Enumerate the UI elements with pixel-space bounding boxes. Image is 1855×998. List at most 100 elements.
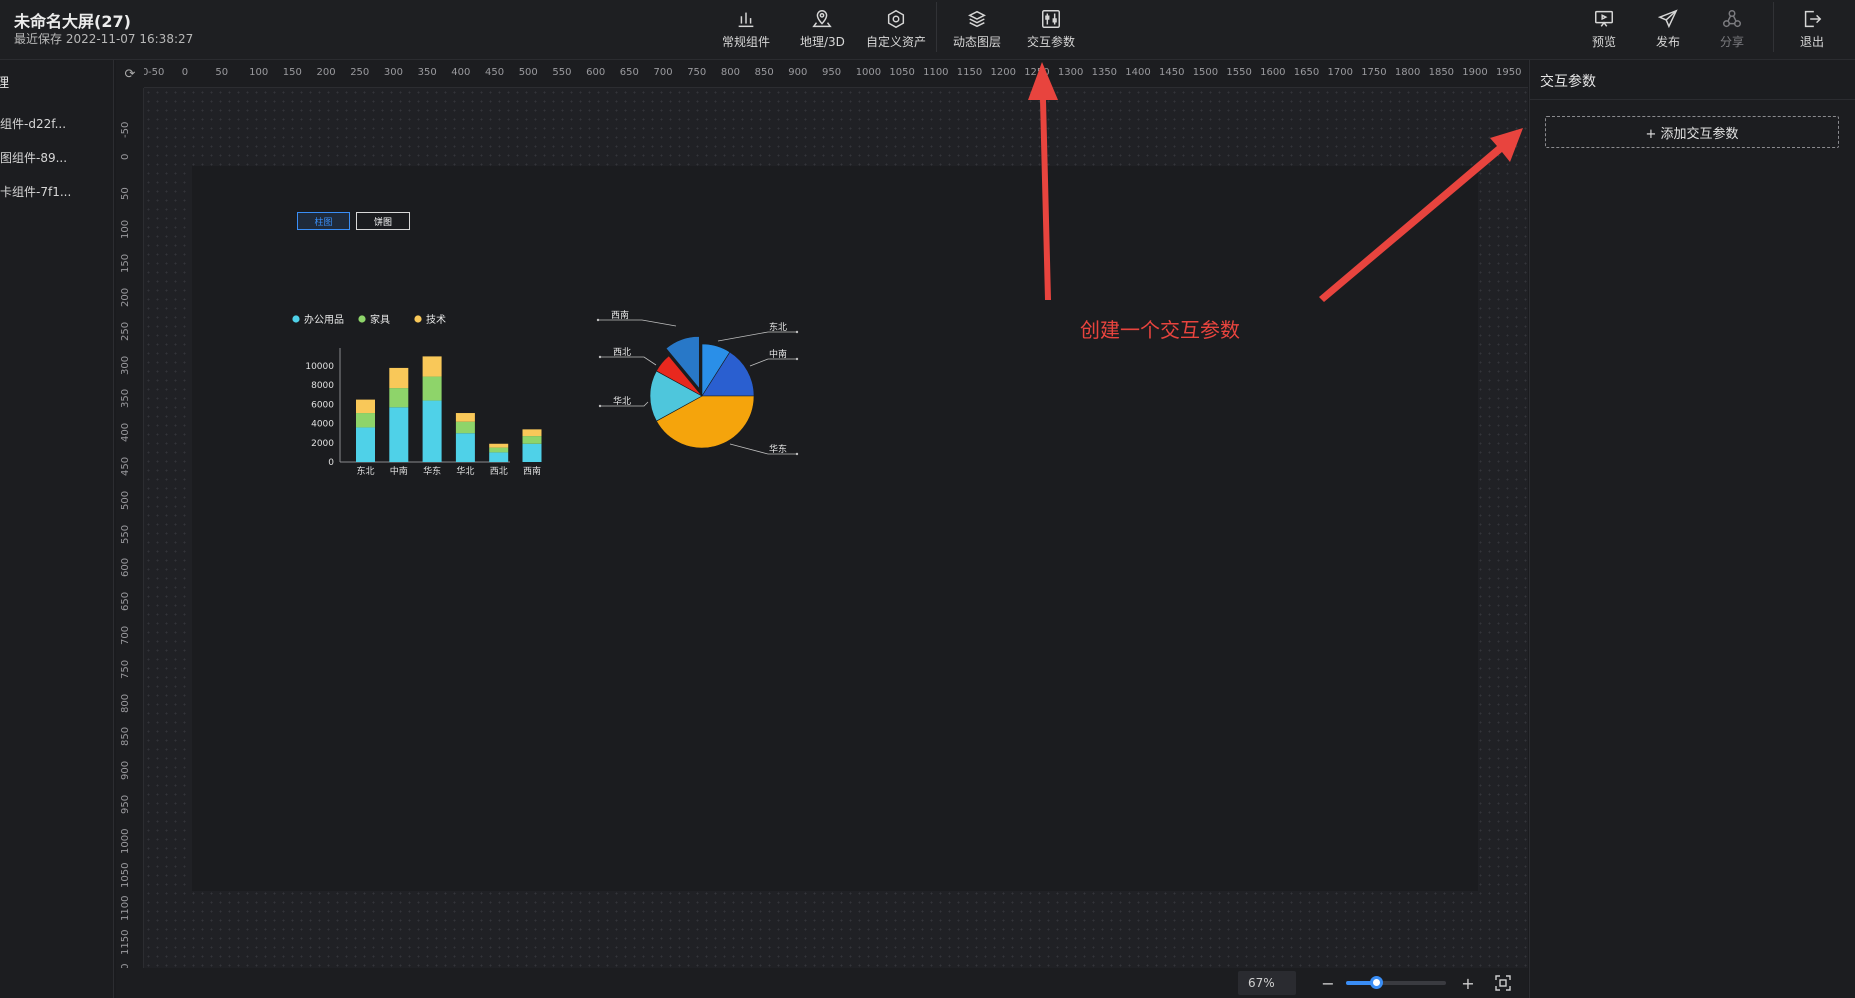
ruler-tick: 1750: [1361, 67, 1387, 78]
tool-general-components[interactable]: 常规组件: [722, 8, 770, 52]
ruler-tick: 900: [120, 761, 131, 781]
tab-bar-chart[interactable]: 柱图: [297, 212, 350, 230]
ruler-tick: 0: [181, 67, 189, 78]
x-tick-label: 西南: [523, 465, 541, 477]
screen-artboard[interactable]: 办公用品 家具 技术 0 2000 4000 6000 8000 10000 东北 中南 华东 华北 西北…: [192, 166, 1478, 891]
preview-button[interactable]: 预览: [1592, 8, 1616, 52]
ruler-tick: 1450: [1159, 67, 1185, 78]
action-label: 分享: [1720, 35, 1745, 49]
zoom-in-button[interactable]: +: [1460, 972, 1476, 994]
ruler-tick: 900: [788, 67, 808, 78]
ruler-tick: 300: [120, 355, 131, 375]
document-title[interactable]: 未命名大屏(27): [14, 8, 131, 32]
layer-item[interactable]: 组件-d22f...: [0, 115, 66, 132]
ruler-tick: 1650: [1293, 67, 1320, 78]
pie-leader-dot: [795, 357, 799, 361]
ruler-tick: 250: [120, 321, 131, 341]
ruler-tick: 1400: [1125, 67, 1151, 78]
ruler-tick: 1000: [120, 828, 131, 854]
ruler-tick: 1550: [1226, 67, 1252, 78]
toolbar-divider: [1773, 2, 1774, 52]
editor-canvas[interactable]: 办公用品 家具 技术 0 2000 4000 6000 8000 10000 东北 中南 华东 华北 西北…: [144, 88, 1528, 968]
ruler-tick: 1950: [1496, 67, 1522, 78]
top-toolbar: 未命名大屏(27) 最近保存 2022-11-07 16:38:27 常规组件 …: [0, 0, 1855, 60]
x-tick-label: 华北: [456, 465, 474, 477]
tool-interaction-params[interactable]: 交互参数: [1027, 8, 1075, 52]
ruler-tick: 950: [822, 67, 842, 78]
x-tick-label: 中南: [390, 465, 408, 477]
ruler-tick: 750: [120, 659, 131, 679]
vertical-ruler[interactable]: -50 0 50 100 150 200 250 300 350 400 450 500 550 600 6…: [116, 88, 144, 968]
zoom-value[interactable]: 67%: [1238, 971, 1296, 995]
zoom-slider[interactable]: [1346, 976, 1446, 989]
ruler-tick: 250: [350, 67, 370, 78]
y-tick-label: 10000: [305, 362, 334, 372]
layer-item[interactable]: 图组件-89...: [0, 149, 67, 166]
pie-label: 中南: [769, 348, 787, 360]
tab-pie-chart[interactable]: 饼图: [356, 212, 410, 230]
ruler-tick: 50: [120, 186, 131, 200]
bar-segment: [522, 429, 542, 437]
bar-chart[interactable]: 办公用品 家具 技术 0 2000 4000 6000 8000 10000 东北 中南 华东 华北 西北…: [292, 313, 542, 477]
refresh-icon[interactable]: ⟳: [116, 60, 144, 88]
x-tick-label: 华东: [423, 465, 441, 477]
panel-divider: [1530, 99, 1855, 100]
tool-custom-assets[interactable]: 自定义资产: [866, 8, 926, 52]
chart-layer: 办公用品 家具 技术0200040006000800010000东北 中南 华东 华北 西北…: [292, 309, 799, 477]
map-pin-icon: [812, 10, 833, 28]
ruler-tick: 1250: [1024, 67, 1050, 78]
tool-geo-3d[interactable]: 地理/3D: [800, 8, 845, 52]
tool-label: 自定义资产: [866, 35, 927, 49]
pie-chart[interactable]: 东北中南华东 华北 西北 西南: [596, 309, 799, 456]
x-tick-label: 东北: [356, 465, 374, 477]
legend-marker: [358, 315, 366, 323]
fit-screen-icon[interactable]: [1495, 975, 1511, 991]
publish-button[interactable]: 发布: [1656, 8, 1680, 52]
ruler-tick: 50: [215, 67, 229, 78]
bar-segment: [422, 376, 442, 401]
tool-label: 动态图层: [953, 35, 1002, 49]
exit-button[interactable]: 退出: [1800, 8, 1824, 52]
ruler-tick: 600: [586, 67, 606, 78]
ruler-tick: 450: [120, 456, 131, 476]
ruler-tick: 1150: [120, 929, 131, 956]
ruler-tick: -50: [148, 67, 165, 78]
pie-label: 东北: [769, 321, 787, 333]
ruler-tick: 150: [120, 254, 131, 274]
bar-segment: [522, 443, 542, 462]
toolbar-divider: [936, 2, 937, 52]
legend-marker: [414, 315, 422, 323]
ruler-tick: 500: [120, 490, 131, 510]
ruler-tick: 800: [120, 693, 131, 713]
share-button[interactable]: 分享: [1720, 8, 1744, 52]
add-interaction-param-button[interactable]: + 添加交互参数: [1545, 116, 1839, 148]
zoom-out-button[interactable]: −: [1320, 972, 1336, 994]
layer-panel: 理 组件-d22f... 图组件-89... 卡组件-7f1...: [0, 60, 114, 998]
ruler-tick: 1900: [1462, 67, 1488, 78]
layer-item[interactable]: 卡组件-7f1...: [0, 183, 71, 200]
bar-segment: [489, 452, 509, 462]
pie-leader-dot: [596, 318, 600, 322]
ruler-tick: 700: [653, 67, 673, 78]
pie-leader-line: [717, 331, 797, 342]
layers-icon: [968, 10, 986, 28]
action-label: 预览: [1592, 35, 1617, 49]
bar-segment: [389, 388, 409, 408]
horizontal-ruler[interactable]: 0-50050100150200250300350400450500550600…: [144, 60, 1528, 88]
annotation-text: 创建一个交互参数: [1080, 318, 1240, 342]
ruler-tick: 1700: [1327, 67, 1353, 78]
tool-dynamic-layers[interactable]: 动态图层: [953, 8, 1001, 52]
bar-segment: [455, 421, 475, 434]
y-tick-label: 8000: [311, 381, 334, 391]
ruler-tick: 1050: [120, 862, 131, 888]
pie-leader-line: [749, 358, 797, 367]
sliders-icon: [1042, 10, 1060, 28]
legend-marker: [292, 315, 300, 323]
pie-label: 西南: [611, 309, 629, 321]
tool-label: 常规组件: [722, 35, 771, 49]
ruler-tick: 1100: [923, 67, 949, 78]
ruler-tick: 1150: [956, 67, 983, 78]
zoom-slider-handle[interactable]: [1370, 976, 1383, 989]
pie-leader-dot: [598, 355, 602, 359]
bar-segment: [522, 436, 542, 444]
